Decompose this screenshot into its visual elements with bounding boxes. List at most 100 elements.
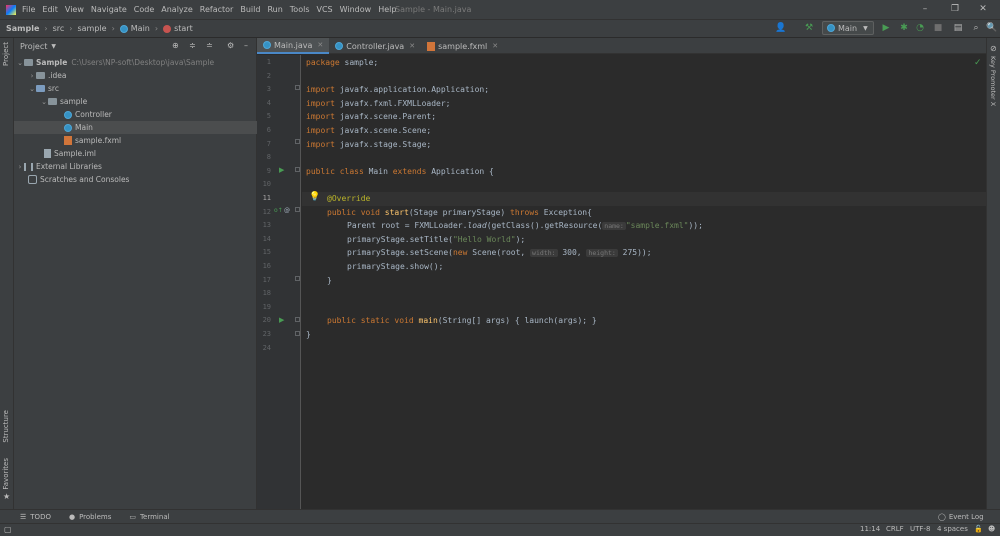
fold-icon[interactable] <box>295 167 300 172</box>
user-icon[interactable]: 👤 <box>775 22 787 34</box>
tree-item-sample-project[interactable]: ⌄ Sample C:\Users\NP-soft\Desktop\java\S… <box>14 56 257 69</box>
stop-icon[interactable]: ■ <box>932 22 944 34</box>
favorites-tool-button[interactable]: Favorites <box>2 458 10 490</box>
project-view-select[interactable]: Project <box>20 42 47 51</box>
fold-icon[interactable] <box>295 317 300 322</box>
run-gutter-icon[interactable]: ▶ <box>279 166 284 174</box>
code-line: import javafx.scene.Scene; <box>306 126 432 135</box>
menu-tools[interactable]: Tools <box>290 5 310 14</box>
indent-setting[interactable]: 4 spaces <box>937 525 968 533</box>
editor-gutter[interactable]: 1 2 3 4 5 6 7 8 9 10 11 12 13 14 15 16 1… <box>257 55 301 509</box>
line-number: 7 <box>266 139 271 148</box>
tab-sample-fxml[interactable]: sample.fxml ✕ <box>421 38 504 54</box>
close-tab-icon[interactable]: ✕ <box>409 42 415 50</box>
restore-icon[interactable]: ❐ <box>948 3 962 15</box>
code-line: primaryStage.setScene(new Scene(root, wi… <box>347 248 652 258</box>
minimize-icon[interactable]: – <box>918 3 932 15</box>
menu-file[interactable]: File <box>22 5 35 14</box>
menu-help[interactable]: Help <box>378 5 396 14</box>
close-tab-icon[interactable]: ✕ <box>492 42 498 50</box>
fold-icon[interactable] <box>295 207 300 212</box>
breadcrumb-src[interactable]: src <box>53 24 65 33</box>
tree-item-sample-fxml[interactable]: sample.fxml <box>14 134 257 147</box>
menu-run[interactable]: Run <box>267 5 282 14</box>
scratches-icon <box>28 175 37 184</box>
fold-icon[interactable] <box>295 85 300 90</box>
line-separator[interactable]: CRLF <box>886 525 904 533</box>
class-icon <box>64 110 72 119</box>
tree-item-sample-package[interactable]: ⌄ sample <box>14 95 257 108</box>
folder-icon <box>36 72 45 79</box>
caret-position[interactable]: 11:14 <box>860 525 880 533</box>
coverage-icon[interactable]: ◔ <box>914 22 926 34</box>
code-editor[interactable]: package sample; import javafx.applicatio… <box>302 55 986 509</box>
todo-tool-button[interactable]: ☰ TODO <box>20 513 51 521</box>
search-everywhere-icon[interactable]: ⌕ <box>970 22 982 34</box>
menu-code[interactable]: Code <box>134 5 154 14</box>
toggle-tool-windows-icon[interactable]: ▢ <box>4 525 12 534</box>
menu-build[interactable]: Build <box>240 5 260 14</box>
build-hammer-icon[interactable]: ⚒ <box>803 22 815 34</box>
fxml-file-icon <box>64 136 72 145</box>
search-icon[interactable]: 🔍 <box>986 22 998 34</box>
expand-all-icon[interactable]: ≑ <box>189 41 196 50</box>
menu-window[interactable]: Window <box>340 5 372 14</box>
tree-item-main[interactable]: Main <box>14 121 257 134</box>
event-log-tool-button[interactable]: ◯ Event Log <box>938 513 984 521</box>
problems-tool-button[interactable]: ● Problems <box>69 513 111 521</box>
fold-icon[interactable] <box>295 276 300 281</box>
parameter-hint: height: <box>586 249 618 258</box>
tree-item-src[interactable]: ⌄ src <box>14 82 257 95</box>
line-number: 17 <box>262 275 271 284</box>
line-number: 11 <box>262 194 271 202</box>
menu-vcs[interactable]: VCS <box>317 5 333 14</box>
code-line: @Override <box>327 194 371 203</box>
run-gutter-icon[interactable]: ▶ <box>279 316 284 324</box>
project-structure-icon[interactable]: ▤ <box>952 22 964 34</box>
project-tool-button[interactable]: Project <box>2 42 10 66</box>
hide-icon[interactable]: – <box>244 41 248 50</box>
fold-icon[interactable] <box>295 331 300 336</box>
close-icon[interactable]: ✕ <box>976 3 990 15</box>
lightbulb-icon[interactable]: 💡 <box>309 192 320 202</box>
tree-item-scratches[interactable]: Scratches and Consoles <box>14 173 257 186</box>
terminal-tool-button[interactable]: ▭ Terminal <box>129 513 169 521</box>
breadcrumb-project[interactable]: Sample <box>6 24 39 33</box>
code-line: } <box>327 275 332 285</box>
structure-tool-button[interactable]: Structure <box>2 410 10 443</box>
breadcrumb-sample[interactable]: sample <box>77 24 106 33</box>
fold-icon[interactable] <box>295 139 300 144</box>
run-icon[interactable]: ▶ <box>880 22 892 34</box>
lock-icon[interactable]: 🔓 <box>974 525 983 533</box>
gear-icon[interactable]: ⚙ <box>227 41 234 50</box>
class-icon <box>119 24 128 33</box>
override-gutter-icon[interactable]: o↑ <box>274 207 283 214</box>
line-number: 23 <box>262 330 271 338</box>
tree-item-controller[interactable]: Controller <box>14 108 257 121</box>
menu-edit[interactable]: Edit <box>42 5 58 14</box>
no-problems-check-icon[interactable]: ✓ <box>974 58 982 68</box>
menu-refactor[interactable]: Refactor <box>200 5 234 14</box>
locate-icon[interactable]: ⊕ <box>172 41 179 50</box>
line-number: 19 <box>262 302 271 311</box>
debug-icon[interactable]: ✱ <box>898 22 910 34</box>
method-icon <box>163 24 172 33</box>
menu-navigate[interactable]: Navigate <box>91 5 127 14</box>
tab-controller-java[interactable]: Controller.java ✕ <box>329 38 421 54</box>
code-line: import javafx.fxml.FXMLLoader; <box>306 98 451 108</box>
tree-item-external-libraries[interactable]: › External Libraries <box>14 160 257 173</box>
menu-view[interactable]: View <box>65 5 84 14</box>
tree-item-idea[interactable]: › .idea <box>14 69 257 82</box>
tree-item-sample-iml[interactable]: Sample.iml <box>14 147 257 160</box>
breadcrumb-main[interactable]: Main <box>119 24 150 33</box>
tab-main-java[interactable]: Main.java ✕ <box>257 38 330 54</box>
breadcrumb-start[interactable]: start <box>163 24 193 33</box>
key-promoter-tool-button[interactable]: Key Promoter X <box>989 56 997 106</box>
file-encoding[interactable]: UTF-8 <box>910 525 930 533</box>
close-tab-icon[interactable]: ✕ <box>317 41 323 49</box>
run-configuration-select[interactable]: Main ▼ <box>822 21 874 35</box>
collapse-all-icon[interactable]: ≐ <box>206 41 213 50</box>
status-bar: ▢ 11:14 CRLF UTF-8 4 spaces 🔓 ☻ <box>0 523 1000 536</box>
menu-analyze[interactable]: Analyze <box>161 5 193 14</box>
inspector-icon[interactable]: ☻ <box>988 525 995 533</box>
